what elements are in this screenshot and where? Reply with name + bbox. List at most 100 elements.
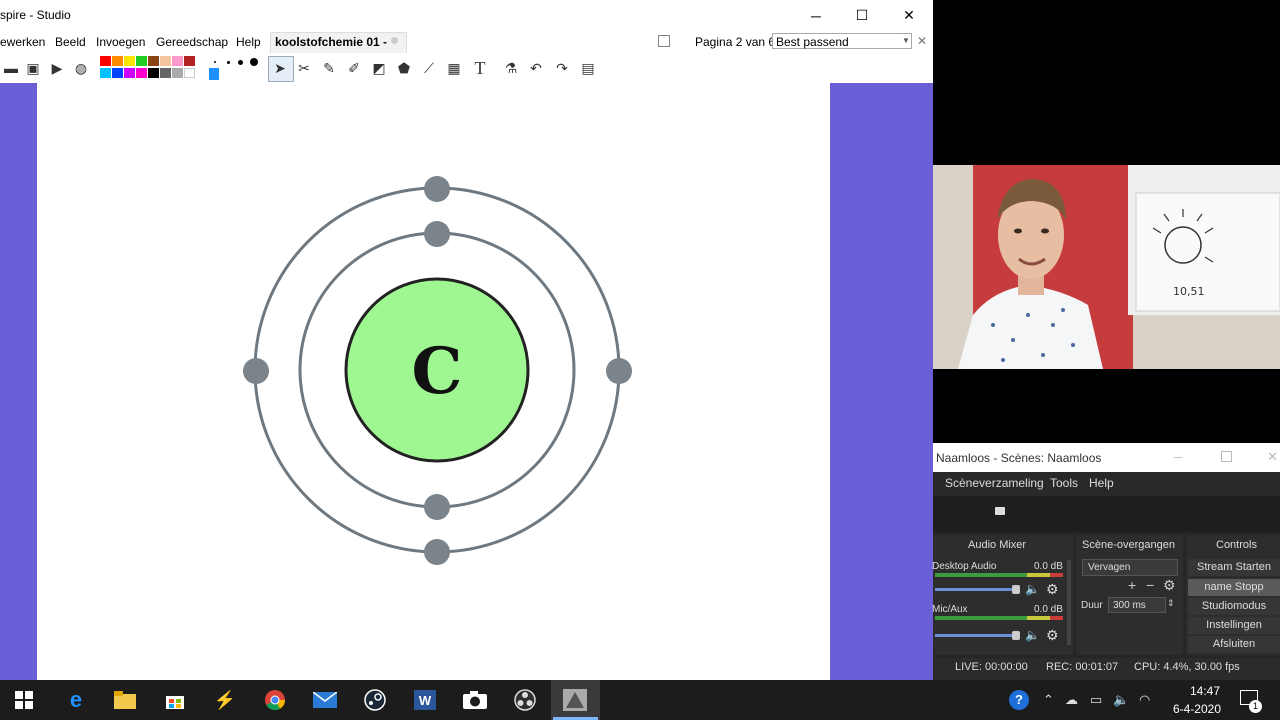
- start-stream-button[interactable]: Stream Starten: [1188, 559, 1280, 576]
- close-button[interactable]: ✕: [886, 0, 932, 31]
- edge-icon[interactable]: e: [62, 686, 90, 714]
- chevron-up-icon[interactable]: ⌃: [1043, 692, 1054, 708]
- wifi-icon[interactable]: ◠: [1139, 692, 1150, 708]
- obs-menu-sceneverzameling[interactable]: Scèneverzameling: [945, 476, 1044, 490]
- menu-invoegen[interactable]: Invoegen: [96, 35, 145, 49]
- add-icon[interactable]: +: [1128, 577, 1136, 593]
- gear-icon[interactable]: ⚙: [1046, 581, 1059, 598]
- maximize-button[interactable]: ☐: [839, 0, 885, 31]
- toolbar-menu-icon[interactable]: ▤: [577, 57, 599, 79]
- tab-close-icon[interactable]: [391, 37, 398, 44]
- color-swatch[interactable]: [184, 56, 195, 66]
- tools-icon[interactable]: ✂: [293, 57, 315, 79]
- gear-icon[interactable]: ⚙: [1046, 627, 1059, 644]
- zoom-select[interactable]: Best passend: [772, 33, 912, 49]
- undo-icon[interactable]: ↶: [525, 57, 547, 79]
- highlighter-icon[interactable]: ✐: [343, 57, 365, 79]
- controls-title: Controls: [1216, 539, 1257, 551]
- speaker-icon[interactable]: 🔈: [1025, 628, 1040, 642]
- globe-icon[interactable]: ◍: [70, 57, 92, 79]
- menu-beeld[interactable]: Beeld: [55, 35, 86, 49]
- mail-icon[interactable]: [311, 686, 339, 714]
- fill-icon[interactable]: ⬟: [393, 57, 415, 79]
- menu-bewerken[interactable]: ewerken: [0, 35, 45, 49]
- pen-icon[interactable]: ✎: [318, 57, 340, 79]
- clock-date[interactable]: 6-4-2020: [1162, 702, 1232, 716]
- eraser-icon[interactable]: ◩: [368, 57, 390, 79]
- pen-size-small[interactable]: [214, 61, 216, 63]
- volume-icon[interactable]: 🔈: [1113, 692, 1129, 708]
- visual-studio-icon[interactable]: ⚡: [211, 686, 239, 714]
- obs-maximize-button[interactable]: [1221, 451, 1232, 462]
- play-icon[interactable]: ▶: [46, 57, 68, 79]
- color-swatch[interactable]: [112, 68, 123, 78]
- color-swatch[interactable]: [172, 56, 183, 66]
- obs-window-title: Naamloos - Scènes: Naamloos: [936, 451, 1102, 465]
- color-swatch[interactable]: [160, 68, 171, 78]
- close-icon[interactable]: ✕: [917, 34, 927, 48]
- volume-slider[interactable]: [935, 634, 1020, 637]
- pen-size-large[interactable]: [238, 60, 243, 65]
- color-swatch[interactable]: [148, 56, 159, 66]
- studio-mode-button[interactable]: Studiomodus: [1188, 598, 1280, 615]
- color-swatch[interactable]: [100, 56, 111, 66]
- file-explorer-icon[interactable]: [111, 686, 139, 714]
- mixer-scrollbar[interactable]: [1067, 560, 1071, 645]
- color-swatch[interactable]: [124, 56, 135, 66]
- spinner-icon[interactable]: ⇕: [1167, 598, 1175, 609]
- live-status: LIVE: 00:00:00: [955, 661, 1028, 673]
- steam-icon[interactable]: [361, 686, 389, 714]
- print-icon[interactable]: ▬: [0, 57, 22, 79]
- color-swatch[interactable]: [124, 68, 135, 78]
- start-icon[interactable]: [10, 686, 38, 714]
- volume-slider[interactable]: [935, 588, 1020, 591]
- duration-label: Duur: [1081, 600, 1103, 611]
- color-swatch[interactable]: [160, 56, 171, 66]
- color-swatch[interactable]: [172, 68, 183, 78]
- text-icon[interactable]: T: [469, 57, 491, 79]
- clock-time[interactable]: 14:47: [1170, 684, 1240, 698]
- flipchart-page[interactable]: C: [37, 83, 830, 680]
- obs-menu-help[interactable]: Help: [1089, 476, 1114, 490]
- color-swatch[interactable]: [136, 56, 147, 66]
- settings-button[interactable]: Instellingen: [1188, 617, 1280, 634]
- redo-icon[interactable]: ↷: [551, 57, 573, 79]
- obs-close-button[interactable]: ✕: [1267, 449, 1278, 465]
- camera-icon[interactable]: [461, 686, 489, 714]
- pen-size-xlarge[interactable]: [250, 58, 258, 66]
- chevron-down-icon[interactable]: ▼: [900, 34, 912, 48]
- obs-icon[interactable]: [511, 686, 539, 714]
- chrome-icon[interactable]: [261, 686, 289, 714]
- volume-slider-handle[interactable]: [1012, 585, 1020, 594]
- speaker-icon[interactable]: 🔈: [1025, 582, 1040, 596]
- color-swatch[interactable]: [136, 68, 147, 78]
- obs-minimize-button[interactable]: ─: [1174, 450, 1183, 464]
- store-icon[interactable]: [161, 686, 189, 714]
- pen-size-medium[interactable]: [227, 61, 230, 64]
- menu-help[interactable]: Help: [236, 35, 261, 49]
- help-icon[interactable]: ?: [1009, 690, 1029, 710]
- studio-app-icon[interactable]: [561, 686, 589, 714]
- pointer-icon[interactable]: ➤: [269, 57, 291, 79]
- color-swatch[interactable]: [148, 68, 159, 78]
- media-icon[interactable]: ▦: [443, 57, 465, 79]
- obs-menu-tools[interactable]: Tools: [1050, 476, 1078, 490]
- color-swatch[interactable]: [184, 68, 195, 78]
- color-swatch[interactable]: [100, 68, 111, 78]
- scanner-icon[interactable]: ▣: [22, 57, 44, 79]
- battery-icon[interactable]: ▭: [1090, 692, 1102, 708]
- word-icon[interactable]: W: [411, 686, 439, 714]
- color-swatch[interactable]: [112, 56, 123, 66]
- menu-gereedschap[interactable]: Gereedschap: [156, 35, 228, 49]
- gear-icon[interactable]: ⚙: [1163, 577, 1176, 594]
- flask-icon[interactable]: ⚗: [500, 57, 522, 79]
- stop-recording-button[interactable]: name Stopp: [1188, 579, 1280, 596]
- remove-icon[interactable]: −: [1146, 577, 1154, 593]
- exit-button[interactable]: Afsluiten: [1188, 636, 1280, 653]
- volume-slider-handle[interactable]: [1012, 631, 1020, 640]
- cloud-icon[interactable]: ☁: [1065, 692, 1078, 708]
- minimize-button[interactable]: ─: [793, 0, 839, 31]
- magic-pen-icon[interactable]: ⟋: [418, 57, 440, 79]
- rec-status: REC: 00:01:07: [1046, 661, 1119, 673]
- restore-icon[interactable]: [658, 35, 670, 47]
